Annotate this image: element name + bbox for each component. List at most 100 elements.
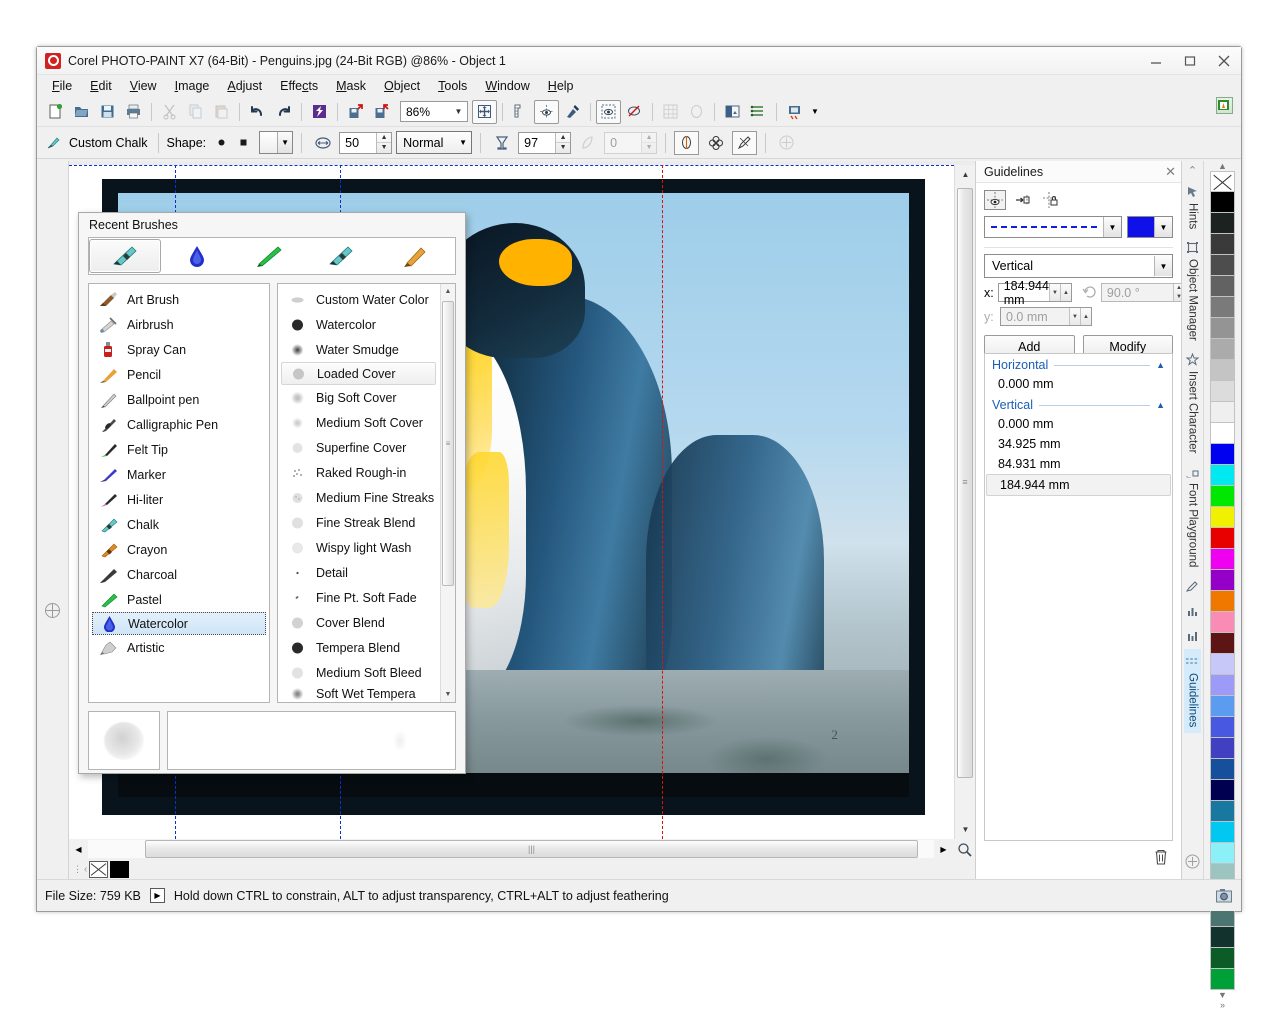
swatch-color[interactable] [1210,444,1235,465]
chevron-up-icon[interactable]: ▲ [1156,400,1165,410]
chevron-down-icon[interactable]: ▼ [450,107,467,116]
menu-window[interactable]: Window [476,76,538,96]
close-button[interactable] [1207,47,1241,75]
menu-tools[interactable]: Tools [429,76,476,96]
swatch-color[interactable] [1210,297,1235,318]
brush-preset-tempera-blend[interactable]: Tempera Blend [278,635,439,660]
guideline-item-v1[interactable]: 34.925 mm [985,434,1172,454]
swatch-color[interactable] [1210,759,1235,780]
tab-insert-character[interactable]: Insert Character [1184,347,1201,459]
brush-preset-detail[interactable]: Detail [278,560,439,585]
brush-preset-loaded-cover-hover[interactable]: Loaded Cover [281,362,436,385]
swatch-color[interactable] [1210,675,1235,696]
brush-preset-medium-soft-cover[interactable]: Medium Soft Cover [278,410,439,435]
swatch-color[interactable] [1210,402,1235,423]
swatch-color[interactable] [1210,612,1235,633]
recent-brush-0[interactable] [89,239,161,273]
brush-type-hi-liter[interactable]: Hi-liter [89,487,269,512]
rail-collapse-icon[interactable]: ⌃ [1188,161,1197,179]
import-icon[interactable] [343,100,368,124]
brush-preset-medium-fine-streaks[interactable]: Medium Fine Streaks [278,485,439,510]
brush-preset-fine-pt-soft-fade[interactable]: Fine Pt. Soft Fade [278,585,439,610]
horizontal-scroll-thumb[interactable]: ||| [145,840,918,858]
fullscreen-icon[interactable] [472,100,497,124]
swatch-color[interactable] [1210,276,1235,297]
guideline-item-v2[interactable]: 84.931 mm [985,454,1172,474]
brush-preset-watercolor[interactable]: Watercolor [278,312,439,337]
menu-adjust[interactable]: Adjust [218,76,271,96]
menu-mask[interactable]: Mask [327,76,375,96]
chevron-down-icon[interactable]: ▼ [1154,256,1172,276]
lock-guidelines-icon[interactable] [1040,190,1062,210]
tab-brush-settings[interactable] [1184,574,1201,599]
brush-type-charcoal[interactable]: Charcoal [89,562,269,587]
tab-histogram-2[interactable] [1184,624,1201,649]
vertical-guideline-3-selected[interactable] [662,165,663,839]
swatch-color[interactable] [1210,801,1235,822]
brush-preset-fine-streak-blend[interactable]: Fine Streak Blend [278,510,439,535]
guideline-group-horizontal[interactable]: Horizontal ▲ [985,354,1172,374]
undo-icon[interactable] [245,100,270,124]
pick-tool-icon[interactable] [37,597,67,624]
horizontal-scroll-track[interactable]: ||| [88,840,934,858]
menu-effects[interactable]: Effects [271,76,327,96]
brush-type-calligraphic-pen[interactable]: Calligraphic Pen [89,412,269,437]
brush-preset-water-smudge[interactable]: Water Smudge [278,337,439,362]
tab-hints[interactable]: Hints [1184,179,1201,235]
guideline-group-vertical[interactable]: Vertical ▲ [985,394,1172,414]
brush-preset-soft-wet-tempera[interactable]: Soft Wet Tempera [278,685,439,703]
brush-type-felt-tip[interactable]: Felt Tip [89,437,269,462]
nib-properties-icon[interactable] [674,131,699,155]
transparency-stepper[interactable]: ▲▼ [518,132,571,154]
merge-mode-combo[interactable]: Normal ▼ [396,131,472,154]
brush-type-art-brush[interactable]: Art Brush [89,287,269,312]
swatch-color[interactable] [1210,318,1235,339]
brush-type-pastel[interactable]: Pastel [89,587,269,612]
swatch-color[interactable] [1210,255,1235,276]
nib-preview-combo[interactable]: ▼ [259,131,293,154]
brush-type-pencil[interactable]: Pencil [89,362,269,387]
tab-histogram-1[interactable] [1184,599,1201,624]
print-icon[interactable] [121,100,146,124]
mask-overlay-icon[interactable] [596,100,621,124]
brush-type-artistic[interactable]: Artistic [89,635,269,660]
corel-effect-icon[interactable] [307,100,332,124]
transparency-spin-buttons[interactable]: ▲▼ [555,133,570,153]
brush-type-chalk[interactable]: Chalk [89,512,269,537]
trash-icon[interactable] [1153,848,1169,869]
launch-dropdown-icon[interactable]: ▼ [808,100,822,124]
brush-type-airbrush[interactable]: Airbrush [89,312,269,337]
scroll-right-button[interactable]: ▶ [934,840,953,859]
swatch-color[interactable] [1210,927,1235,948]
snap-to-guidelines-icon[interactable] [1012,190,1034,210]
swatch-color[interactable] [1210,213,1235,234]
brush-size-spin-buttons[interactable]: ▲▼ [376,133,391,153]
brush-type-ballpoint-pen[interactable]: Ballpoint pen [89,387,269,412]
tab-guidelines[interactable]: Guidelines [1184,649,1201,733]
swatch-color[interactable] [1210,570,1235,591]
rail-add-docker-icon[interactable] [1184,853,1201,879]
brush-settings-icon[interactable] [732,131,757,155]
brush-type-marker[interactable]: Marker [89,462,269,487]
black-color-swatch[interactable] [110,861,129,878]
swatch-color[interactable] [1210,591,1235,612]
open-icon[interactable] [69,100,94,124]
preset-scroll-down[interactable]: ▼ [441,687,455,702]
menu-image[interactable]: Image [166,76,219,96]
vertical-scroll-thumb[interactable]: ≡ [957,188,973,778]
guideline-orientation-combo[interactable]: Vertical ▼ [984,254,1173,278]
brush-size-stepper[interactable]: ▲▼ [339,132,392,154]
chevron-down-icon[interactable]: ▼ [277,132,292,153]
swatch-color[interactable] [1210,549,1235,570]
chevron-down-icon[interactable]: ▼ [1103,217,1121,237]
export-icon[interactable] [369,100,394,124]
chevron-down-icon[interactable]: ▼ [1154,217,1172,237]
chevron-up-icon[interactable]: ▲ [1156,360,1165,370]
scroll-down-button[interactable]: ▼ [955,820,976,839]
swatch-color[interactable] [1210,633,1235,654]
scroll-left-button[interactable]: ◀ [69,840,88,859]
swatch-color[interactable] [1210,654,1235,675]
tab-object-manager[interactable]: Object Manager [1184,235,1201,347]
menu-object[interactable]: Object [375,76,429,96]
maximize-button[interactable] [1173,47,1207,75]
